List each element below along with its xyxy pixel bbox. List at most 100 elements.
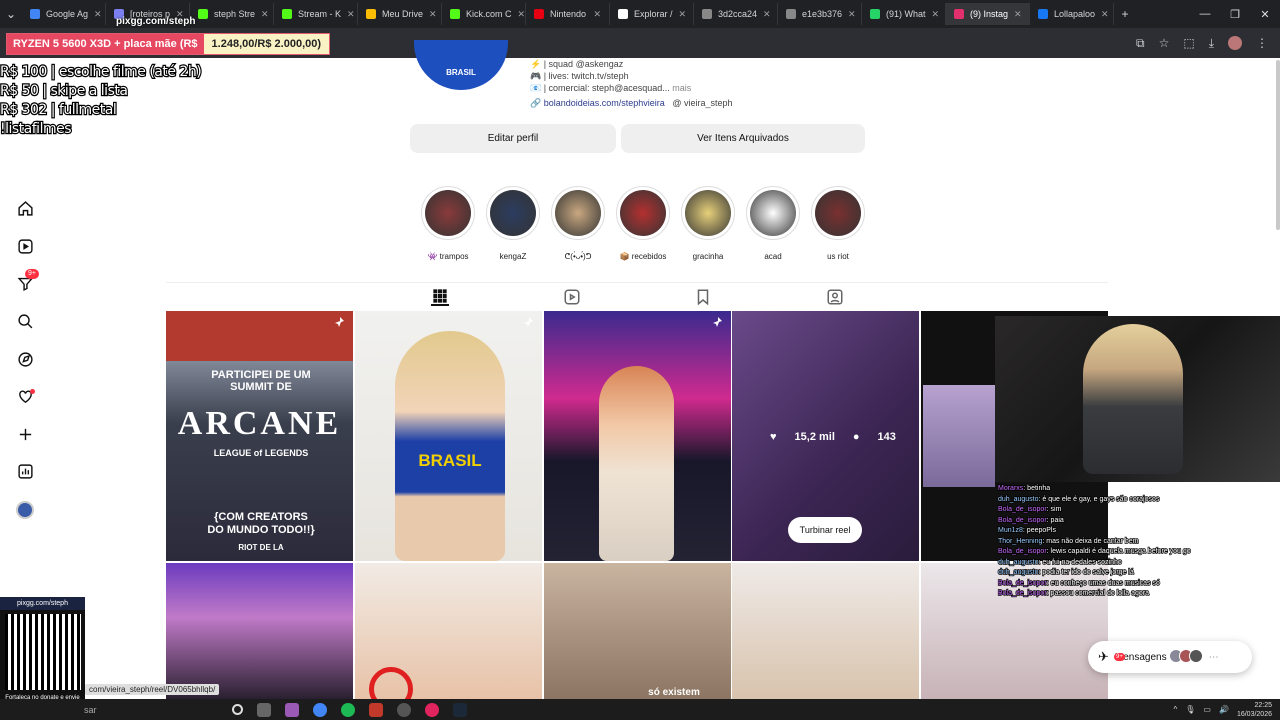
- chat-username: duh_augusto: [997, 495, 1039, 503]
- system-tray: ^ 🎙 ▭ 🔊 22:25 16/03/2026: [1174, 701, 1280, 719]
- edit-profile-button[interactable]: Editar perfil: [410, 124, 616, 153]
- highlight-label: us riot: [827, 252, 849, 261]
- tab-close-icon[interactable]: ✕: [429, 9, 437, 20]
- view-archive-button[interactable]: Ver Itens Arquivados: [621, 124, 865, 153]
- post-tile[interactable]: [732, 563, 919, 699]
- story-highlight[interactable]: kengaZ: [485, 186, 541, 261]
- page-scrollbar[interactable]: [1276, 60, 1280, 230]
- task-view-icon[interactable]: [257, 702, 271, 717]
- download-icon[interactable]: ⤓: [1209, 36, 1214, 51]
- post-tile[interactable]: [166, 563, 353, 699]
- tab-close-icon[interactable]: ✕: [593, 9, 601, 20]
- tab-close-icon[interactable]: ✕: [848, 9, 856, 20]
- create-icon[interactable]: [14, 416, 36, 454]
- bio-link[interactable]: bolandoideias.com/stephvieira: [544, 98, 665, 108]
- chat-text: passou comercial do lolla agora: [1050, 589, 1150, 597]
- post-tile-setup[interactable]: [544, 311, 731, 561]
- search-icon[interactable]: [14, 303, 36, 341]
- tab-list-button[interactable]: ⌄: [0, 7, 22, 21]
- bio-line: 🎮 | lives: twitch.tv/steph: [530, 71, 629, 81]
- close-window-icon[interactable]: ✕: [1250, 8, 1280, 21]
- taskbar-search[interactable]: sar: [84, 705, 154, 715]
- browser-tab[interactable]: Stream - K ✕: [274, 3, 358, 25]
- tab-close-icon[interactable]: ✕: [679, 9, 687, 20]
- post-stats: ♥ 15,2 mil ● 143: [770, 431, 896, 443]
- profile-tabs: [166, 282, 1108, 310]
- app-icon[interactable]: [369, 702, 383, 717]
- saved-tab-icon[interactable]: [694, 288, 712, 306]
- threads-link[interactable]: vieira_steph: [684, 98, 733, 108]
- browser-tab[interactable]: Kick.com C ✕: [442, 3, 526, 25]
- browser-tab[interactable]: Nintendo ✕: [526, 3, 610, 25]
- notifications-icon[interactable]: 9+: [14, 265, 39, 303]
- browser-tab[interactable]: Meu Drive ✕: [358, 3, 442, 25]
- tab-close-icon[interactable]: ✕: [518, 9, 525, 20]
- post-tile-hover[interactable]: ♥ 15,2 mil ● 143 Turbinar reel: [732, 311, 919, 561]
- start-icon[interactable]: [232, 704, 243, 715]
- chat-text: betinha: [1026, 484, 1051, 492]
- heart-icon[interactable]: [14, 378, 36, 416]
- reels-tab-icon[interactable]: [563, 288, 581, 306]
- story-highlight[interactable]: us riot: [810, 186, 866, 261]
- post-tile-brasil[interactable]: BRASIL: [355, 311, 542, 561]
- mic-icon[interactable]: 🎙: [1185, 705, 1195, 714]
- browser-menu-icon[interactable]: ⋮: [1256, 36, 1268, 51]
- story-highlight[interactable]: 📦 recebidos: [615, 186, 671, 261]
- browser-tab[interactable]: steph Stre ✕: [190, 3, 274, 25]
- browser-tab[interactable]: Lollapaloo ✕: [1030, 3, 1114, 25]
- clock[interactable]: 22:25 16/03/2026: [1237, 701, 1272, 719]
- volume-icon[interactable]: 🔊: [1219, 705, 1229, 714]
- chrome-icon[interactable]: [313, 702, 327, 717]
- story-highlight[interactable]: gracinha: [680, 186, 736, 261]
- browser-tab[interactable]: e1e3b376 ✕: [778, 3, 862, 25]
- browser-tab[interactable]: (91) What ✕: [862, 3, 946, 25]
- network-icon[interactable]: ▭: [1203, 705, 1211, 714]
- steam-icon[interactable]: [453, 702, 467, 717]
- tagged-tab-icon[interactable]: [826, 288, 844, 306]
- restore-icon[interactable]: ❐: [1220, 8, 1250, 21]
- person-figure: [599, 366, 674, 561]
- story-highlight[interactable]: 👾 trampos: [420, 186, 476, 261]
- home-icon[interactable]: [14, 190, 36, 228]
- post-tile[interactable]: só existem: [544, 563, 731, 699]
- more-link[interactable]: mais: [672, 83, 691, 93]
- more-icon[interactable]: ⋯: [1209, 652, 1219, 663]
- bookmark-star-icon[interactable]: ☆: [1159, 36, 1170, 51]
- reels-icon[interactable]: [14, 228, 36, 266]
- taskbar-apps: [232, 702, 467, 717]
- cast-icon[interactable]: ⧉: [1136, 36, 1145, 51]
- app-icon[interactable]: [397, 702, 411, 717]
- profile-nav[interactable]: [14, 491, 36, 529]
- extensions-icon[interactable]: ⬚: [1183, 36, 1194, 51]
- tab-close-icon[interactable]: ✕: [763, 9, 771, 20]
- boost-reel-button[interactable]: Turbinar reel: [788, 517, 862, 543]
- dashboard-icon[interactable]: [14, 453, 36, 491]
- tray-chevron-icon[interactable]: ^: [1174, 705, 1178, 714]
- posts-grid-icon[interactable]: [431, 288, 449, 306]
- browser-tab[interactable]: Explorar / ✕: [610, 3, 694, 25]
- tab-close-icon[interactable]: ✕: [347, 9, 355, 20]
- tab-close-icon[interactable]: ✕: [932, 9, 940, 20]
- browser-tab[interactable]: (9) Instag ✕: [946, 3, 1030, 25]
- explore-icon[interactable]: [14, 340, 36, 378]
- minimize-icon[interactable]: —: [1190, 8, 1220, 21]
- browser-profile-avatar[interactable]: [1228, 35, 1242, 50]
- messages-button[interactable]: ✈ 9+ Mensagens ⋯: [1088, 641, 1252, 673]
- new-tab-button[interactable]: +: [1114, 7, 1136, 21]
- browser-tab[interactable]: 3d2cca24 ✕: [694, 3, 778, 25]
- profile-picture[interactable]: BRASIL: [414, 40, 508, 90]
- spotify-icon[interactable]: [341, 702, 355, 717]
- highlight-cover: [811, 186, 865, 240]
- app-icon[interactable]: [285, 702, 299, 717]
- post-tile-arcane[interactable]: PARTICIPEI DE UM SUMMIT DE ARCANE LEAGUE…: [166, 311, 353, 561]
- tab-close-icon[interactable]: ✕: [261, 9, 269, 20]
- tab-title: Kick.com C: [466, 9, 512, 19]
- opera-icon[interactable]: [425, 702, 439, 717]
- tab-close-icon[interactable]: ✕: [94, 9, 102, 20]
- story-highlight[interactable]: acad: [745, 186, 801, 261]
- post-tile[interactable]: [355, 563, 542, 699]
- tab-close-icon[interactable]: ✕: [1014, 9, 1022, 20]
- browser-tab[interactable]: Google Ag ✕: [22, 3, 106, 25]
- story-highlight[interactable]: ᕦ(•̀ᴗ•́)ᕤ: [550, 186, 606, 261]
- tab-close-icon[interactable]: ✕: [1101, 9, 1109, 20]
